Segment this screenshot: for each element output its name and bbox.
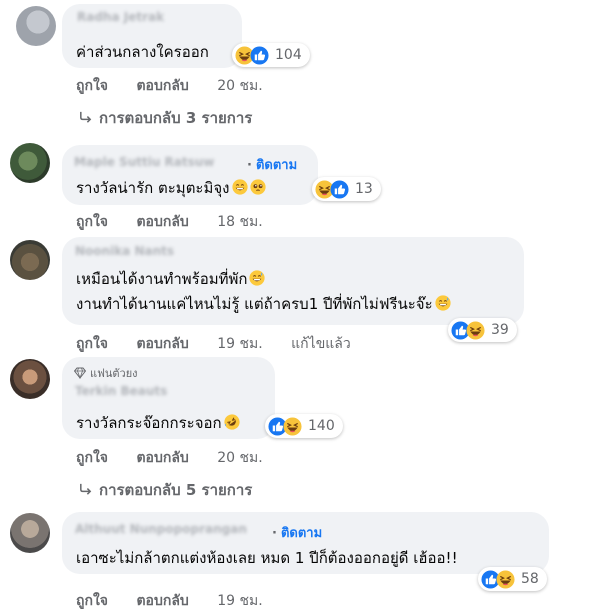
reply-button[interactable]: ตอบกลับ — [136, 450, 188, 466]
haha-icon — [496, 570, 515, 589]
timestamp[interactable]: 19 ชม. — [217, 336, 262, 352]
follow-link[interactable]: · ติดตาม — [272, 522, 322, 543]
reaction-count: 58 — [521, 571, 539, 587]
reaction-summary[interactable]: 58 — [478, 567, 547, 591]
view-replies-link[interactable]: การตอบกลับ 3 รายการ — [78, 106, 252, 130]
avatar[interactable] — [10, 513, 50, 553]
reaction-count: 13 — [355, 181, 373, 197]
view-replies-link[interactable]: การตอบกลับ 5 รายการ — [78, 478, 252, 502]
follow-link[interactable]: · ติดตาม — [247, 154, 297, 175]
like-button[interactable]: ถูกใจ — [76, 214, 108, 230]
commenter-name[interactable]: Terkin Beauts — [75, 384, 167, 398]
reply-button[interactable]: ตอบกลับ — [136, 593, 188, 609]
rofl-icon — [224, 414, 240, 430]
top-fan-badge[interactable]: แฟนตัวยง — [73, 364, 138, 382]
commenter-name[interactable]: Noonika Nants — [75, 244, 174, 258]
timestamp[interactable]: 19 ชม. — [217, 593, 262, 609]
like-icon — [250, 46, 269, 65]
reply-button[interactable]: ตอบกลับ — [136, 78, 188, 94]
grin-sweat-icon — [249, 270, 265, 286]
reaction-count: 104 — [275, 47, 302, 63]
comment-actions: ถูกใจ ตอบกลับ 19 ชม. — [76, 590, 287, 612]
avatar[interactable] — [10, 240, 50, 280]
pleading-face-icon — [250, 179, 266, 195]
comment-text: ค่าส่วนกลางใครออก — [76, 43, 209, 61]
reply-button[interactable]: ตอบกลับ — [136, 336, 188, 352]
comment-text: รางวัลกระจ๊อกกระจอก — [76, 411, 240, 435]
comment-text-line2: งานทำได้นานแค่ไหนไม่รู้ แต่ถ้าครบ1 ปีที่… — [76, 292, 451, 316]
like-button[interactable]: ถูกใจ — [76, 450, 108, 466]
grin-sweat-icon — [435, 295, 451, 311]
avatar[interactable] — [10, 143, 50, 183]
commenter-name[interactable]: Radha Jetrak — [77, 10, 164, 24]
comment-text: เอาซะไม่กล้าตกแต่งห้องเลย หมด 1 ปีก็ต้อง… — [76, 549, 458, 567]
comment-actions: ถูกใจ ตอบกลับ 18 ชม. — [76, 211, 287, 233]
like-button[interactable]: ถูกใจ — [76, 336, 108, 352]
reply-arrow-icon — [78, 482, 93, 497]
haha-icon — [283, 417, 302, 436]
reaction-summary[interactable]: 13 — [312, 177, 381, 201]
timestamp[interactable]: 18 ชม. — [217, 214, 262, 230]
avatar[interactable] — [16, 6, 56, 46]
comment-actions: ถูกใจ ตอบกลับ 20 ชม. — [76, 75, 287, 97]
timestamp[interactable]: 20 ชม. — [217, 78, 262, 94]
avatar[interactable] — [10, 359, 50, 399]
reply-arrow-icon — [78, 110, 93, 125]
reaction-summary[interactable]: 104 — [232, 43, 310, 67]
reaction-count: 39 — [491, 322, 509, 338]
like-button[interactable]: ถูกใจ — [76, 78, 108, 94]
reaction-summary[interactable]: 39 — [448, 318, 517, 342]
timestamp[interactable]: 20 ชม. — [217, 450, 262, 466]
comment-actions: ถูกใจ ตอบกลับ 20 ชม. — [76, 447, 287, 469]
like-icon — [330, 180, 349, 199]
reply-button[interactable]: ตอบกลับ — [136, 214, 188, 230]
edited-label[interactable]: แก้ไขแล้ว — [291, 336, 351, 352]
diamond-icon — [73, 367, 87, 380]
comment-text: เหมือนได้งานทำพร้อมที่พัก — [76, 267, 265, 291]
comment-text: รางวัลน่ารัก ตะมุตะมิจุง — [76, 176, 266, 200]
like-button[interactable]: ถูกใจ — [76, 593, 108, 609]
commenter-name[interactable]: Maple Suttiu Ratsuw — [74, 155, 214, 169]
haha-icon — [466, 321, 485, 340]
reaction-summary[interactable]: 140 — [265, 414, 343, 438]
reaction-count: 140 — [308, 418, 335, 434]
comment-actions: ถูกใจ ตอบกลับ 19 ชม. แก้ไขแล้ว — [76, 333, 375, 355]
commenter-name[interactable]: Althuut Nunpopoprangan — [75, 522, 247, 536]
grin-icon — [232, 179, 248, 195]
